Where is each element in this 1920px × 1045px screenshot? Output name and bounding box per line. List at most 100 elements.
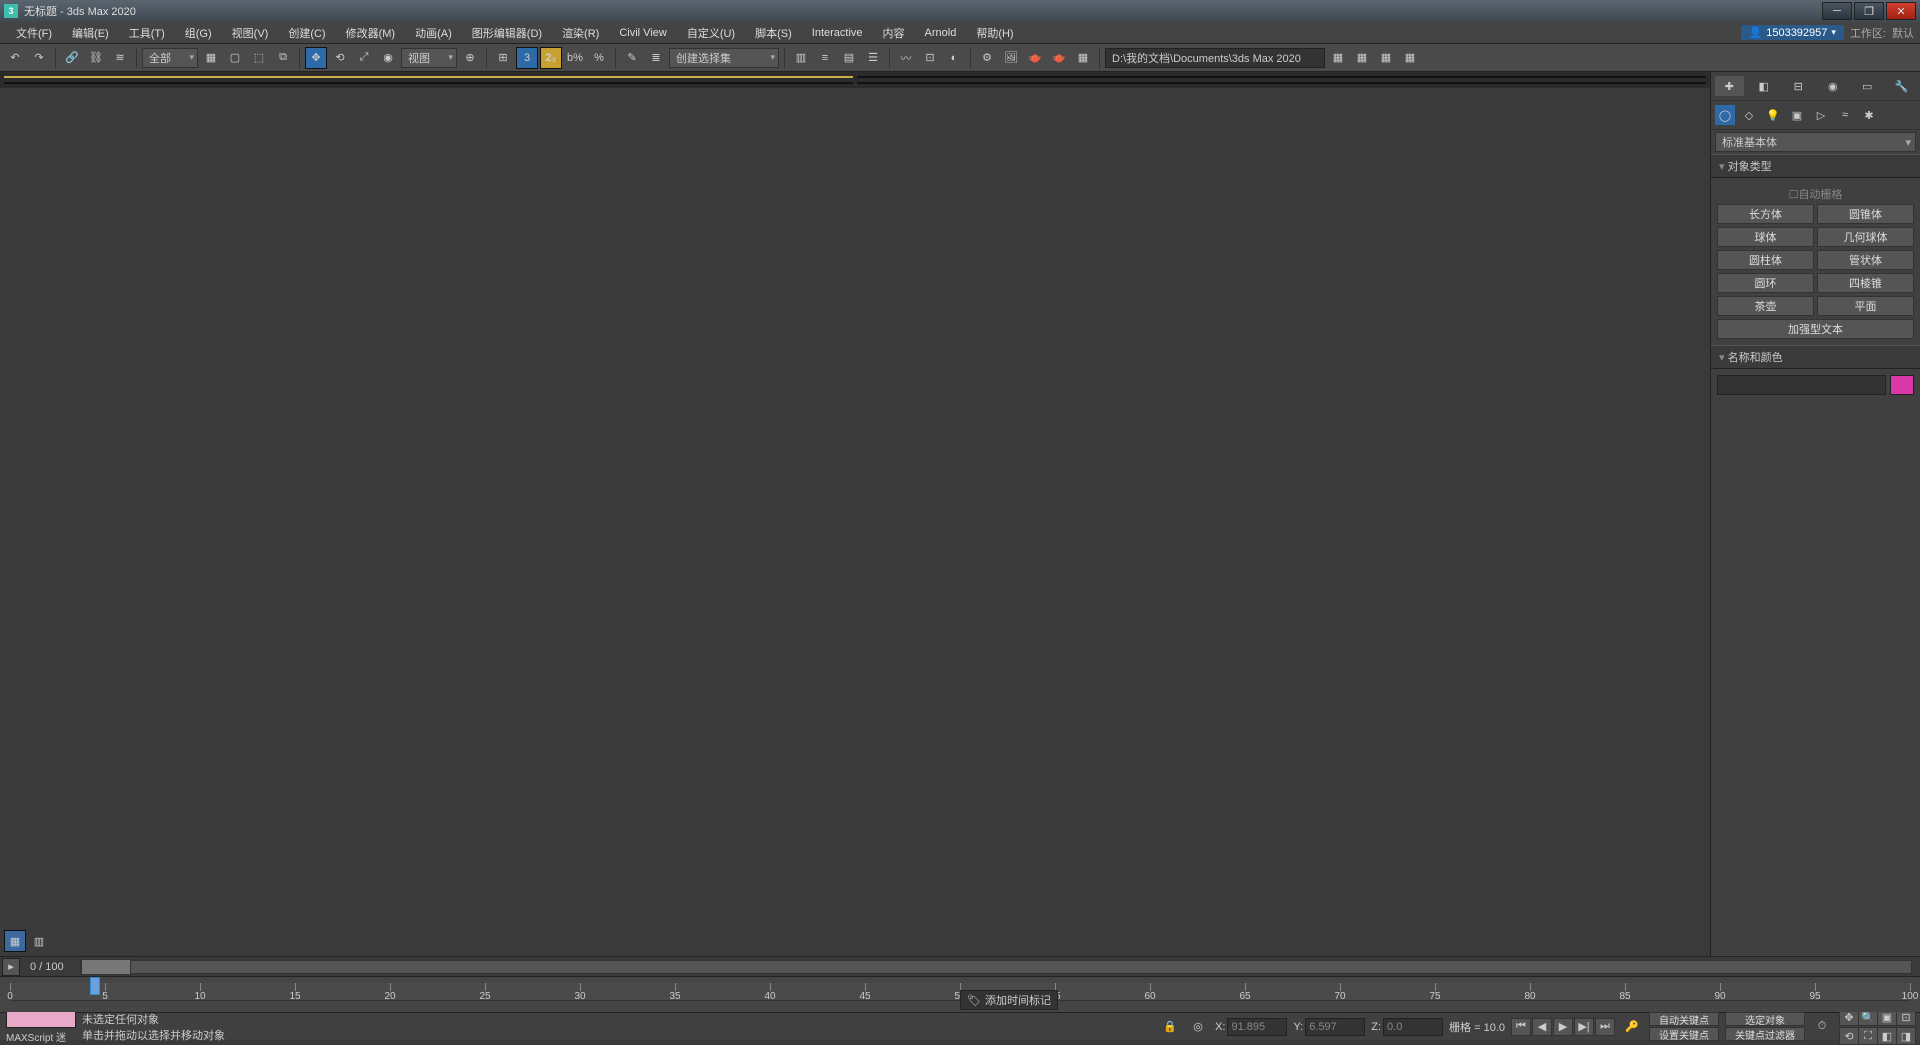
- render-iter-button[interactable]: ▦: [1072, 47, 1094, 69]
- select-object-button[interactable]: ▢: [224, 47, 246, 69]
- orbit-button[interactable]: ⟲: [1839, 1027, 1859, 1045]
- menu-create[interactable]: 创建(C): [278, 23, 335, 43]
- material-editor-button[interactable]: ◐: [943, 47, 965, 69]
- menu-content[interactable]: 内容: [873, 23, 915, 43]
- project-path[interactable]: D:\我的文档\Documents\3ds Max 2020: [1105, 48, 1325, 68]
- menu-edit[interactable]: 编辑(E): [62, 23, 119, 43]
- render-button[interactable]: 🫖: [1024, 47, 1046, 69]
- placement-button[interactable]: ◉: [377, 47, 399, 69]
- color-swatch[interactable]: [1890, 375, 1914, 395]
- scale-button[interactable]: ⤢: [353, 47, 375, 69]
- path-btn4[interactable]: ▦: [1399, 47, 1421, 69]
- create-tab[interactable]: ✚: [1715, 76, 1744, 96]
- textplus-button[interactable]: 加强型文本: [1717, 319, 1914, 339]
- coord-y-input[interactable]: 6.597: [1305, 1018, 1365, 1036]
- cameras-icon[interactable]: ▣: [1787, 105, 1807, 125]
- prev-frame-button[interactable]: ◀: [1532, 1018, 1552, 1036]
- sphere-button[interactable]: 球体: [1717, 227, 1814, 247]
- object-type-rollout[interactable]: 对象类型: [1711, 154, 1920, 178]
- time-cursor[interactable]: [90, 977, 100, 995]
- play-button[interactable]: ▶: [1553, 1018, 1573, 1036]
- cone-button[interactable]: 圆锥体: [1817, 204, 1914, 224]
- isolate-icon[interactable]: ◎: [1187, 1016, 1209, 1038]
- link-button[interactable]: 🔗: [61, 47, 83, 69]
- systems-icon[interactable]: ✱: [1859, 105, 1879, 125]
- render-prod-button[interactable]: 🫖: [1048, 47, 1070, 69]
- layer-explorer-button[interactable]: ☰: [862, 47, 884, 69]
- track-expand-button[interactable]: ▸: [2, 958, 20, 976]
- snap-toggle-button[interactable]: ⊞: [492, 47, 514, 69]
- pyramid-button[interactable]: 四棱锥: [1817, 273, 1914, 293]
- torus-button[interactable]: 圆环: [1717, 273, 1814, 293]
- utilities-tab[interactable]: 🔧: [1888, 76, 1917, 96]
- percent-snap-button[interactable]: b%: [564, 47, 586, 69]
- autokey-button[interactable]: 自动关键点: [1649, 1012, 1719, 1026]
- coord-z-input[interactable]: 0.0: [1383, 1018, 1443, 1036]
- layer-button[interactable]: ▤: [838, 47, 860, 69]
- motion-tab[interactable]: ◉: [1819, 76, 1848, 96]
- align-button[interactable]: ≡: [814, 47, 836, 69]
- menu-customize[interactable]: 自定义(U): [677, 23, 745, 43]
- menu-animation[interactable]: 动画(A): [405, 23, 462, 43]
- spinner-snap-button[interactable]: %: [588, 47, 610, 69]
- vp-layout-button[interactable]: ▦: [4, 930, 26, 952]
- goto-end-button[interactable]: ⏭: [1595, 1018, 1615, 1036]
- pivot-button[interactable]: ⊕: [459, 47, 481, 69]
- time-slider[interactable]: [80, 960, 1912, 974]
- angle-snap-button[interactable]: 2₂: [540, 47, 562, 69]
- viewport-perspective[interactable]: [+] [透视] [标准] [默认明暗处理]: [857, 82, 1706, 84]
- viewport-top[interactable]: [+] [顶] [标准] [线框] 顶: [4, 76, 853, 78]
- modify-tab[interactable]: ◧: [1750, 76, 1779, 96]
- geosphere-button[interactable]: 几何球体: [1817, 227, 1914, 247]
- menu-file[interactable]: 文件(F): [6, 23, 62, 43]
- close-button[interactable]: ✕: [1886, 2, 1916, 20]
- workspace-value[interactable]: 默认: [1892, 25, 1914, 41]
- nav1-button[interactable]: ◧: [1877, 1027, 1897, 1045]
- menu-help[interactable]: 帮助(H): [966, 23, 1023, 43]
- next-frame-button[interactable]: ▶|: [1574, 1018, 1594, 1036]
- schematic-button[interactable]: ⊡: [919, 47, 941, 69]
- display-tab[interactable]: ▭: [1853, 76, 1882, 96]
- minimize-button[interactable]: ─: [1822, 2, 1852, 20]
- plane-button[interactable]: 平面: [1817, 296, 1914, 316]
- render-frame-button[interactable]: 🖼: [1000, 47, 1022, 69]
- cylinder-button[interactable]: 圆柱体: [1717, 250, 1814, 270]
- menu-civil[interactable]: Civil View: [609, 25, 676, 41]
- named-sel-button[interactable]: ≣: [645, 47, 667, 69]
- bind-button[interactable]: ≋: [109, 47, 131, 69]
- sel-obj-button[interactable]: 选定对象: [1725, 1012, 1805, 1026]
- snap3d-button[interactable]: 3: [516, 47, 538, 69]
- undo-button[interactable]: ↶: [4, 47, 26, 69]
- selection-set[interactable]: 创建选择集: [669, 48, 779, 68]
- teapot-button[interactable]: 茶壶: [1717, 296, 1814, 316]
- rotate-button[interactable]: ⟲: [329, 47, 351, 69]
- redo-button[interactable]: ↷: [28, 47, 50, 69]
- unlink-button[interactable]: ⛓: [85, 47, 107, 69]
- goto-start-button[interactable]: ⏮: [1511, 1018, 1531, 1036]
- named-sel-edit-button[interactable]: ✎: [621, 47, 643, 69]
- maximize-vp-button[interactable]: ⛶: [1858, 1027, 1878, 1045]
- key-mode-button[interactable]: 🔑: [1621, 1016, 1643, 1038]
- key-filter-button[interactable]: 关键点过滤器: [1725, 1027, 1805, 1041]
- menu-arnold[interactable]: Arnold: [915, 25, 967, 41]
- object-name-input[interactable]: [1717, 375, 1886, 395]
- menu-graph[interactable]: 图形编辑器(D): [462, 23, 552, 43]
- maximize-button[interactable]: ❐: [1854, 2, 1884, 20]
- shapes-icon[interactable]: ◇: [1739, 105, 1759, 125]
- time-config-button[interactable]: ⏱: [1811, 1016, 1833, 1038]
- viewport-front[interactable]: [+] [前] [标准] [线框]: [857, 76, 1706, 78]
- hierarchy-tab[interactable]: ⊟: [1784, 76, 1813, 96]
- menu-render[interactable]: 渲染(R): [552, 23, 609, 43]
- path-btn3[interactable]: ▦: [1375, 47, 1397, 69]
- selection-scope[interactable]: 全部: [142, 48, 198, 68]
- coord-system[interactable]: 视图: [401, 48, 457, 68]
- lock-icon[interactable]: 🔒: [1159, 1016, 1181, 1038]
- geometry-icon[interactable]: ◯: [1715, 105, 1735, 125]
- render-setup-button[interactable]: ⚙: [976, 47, 998, 69]
- vp-layout2-button[interactable]: ▥: [28, 930, 50, 952]
- curve-editor-button[interactable]: 〰: [895, 47, 917, 69]
- select-window-button[interactable]: ⧉: [272, 47, 294, 69]
- spacewarps-icon[interactable]: ≈: [1835, 105, 1855, 125]
- menu-modifiers[interactable]: 修改器(M): [336, 23, 406, 43]
- category-dropdown[interactable]: 标准基本体: [1715, 132, 1916, 152]
